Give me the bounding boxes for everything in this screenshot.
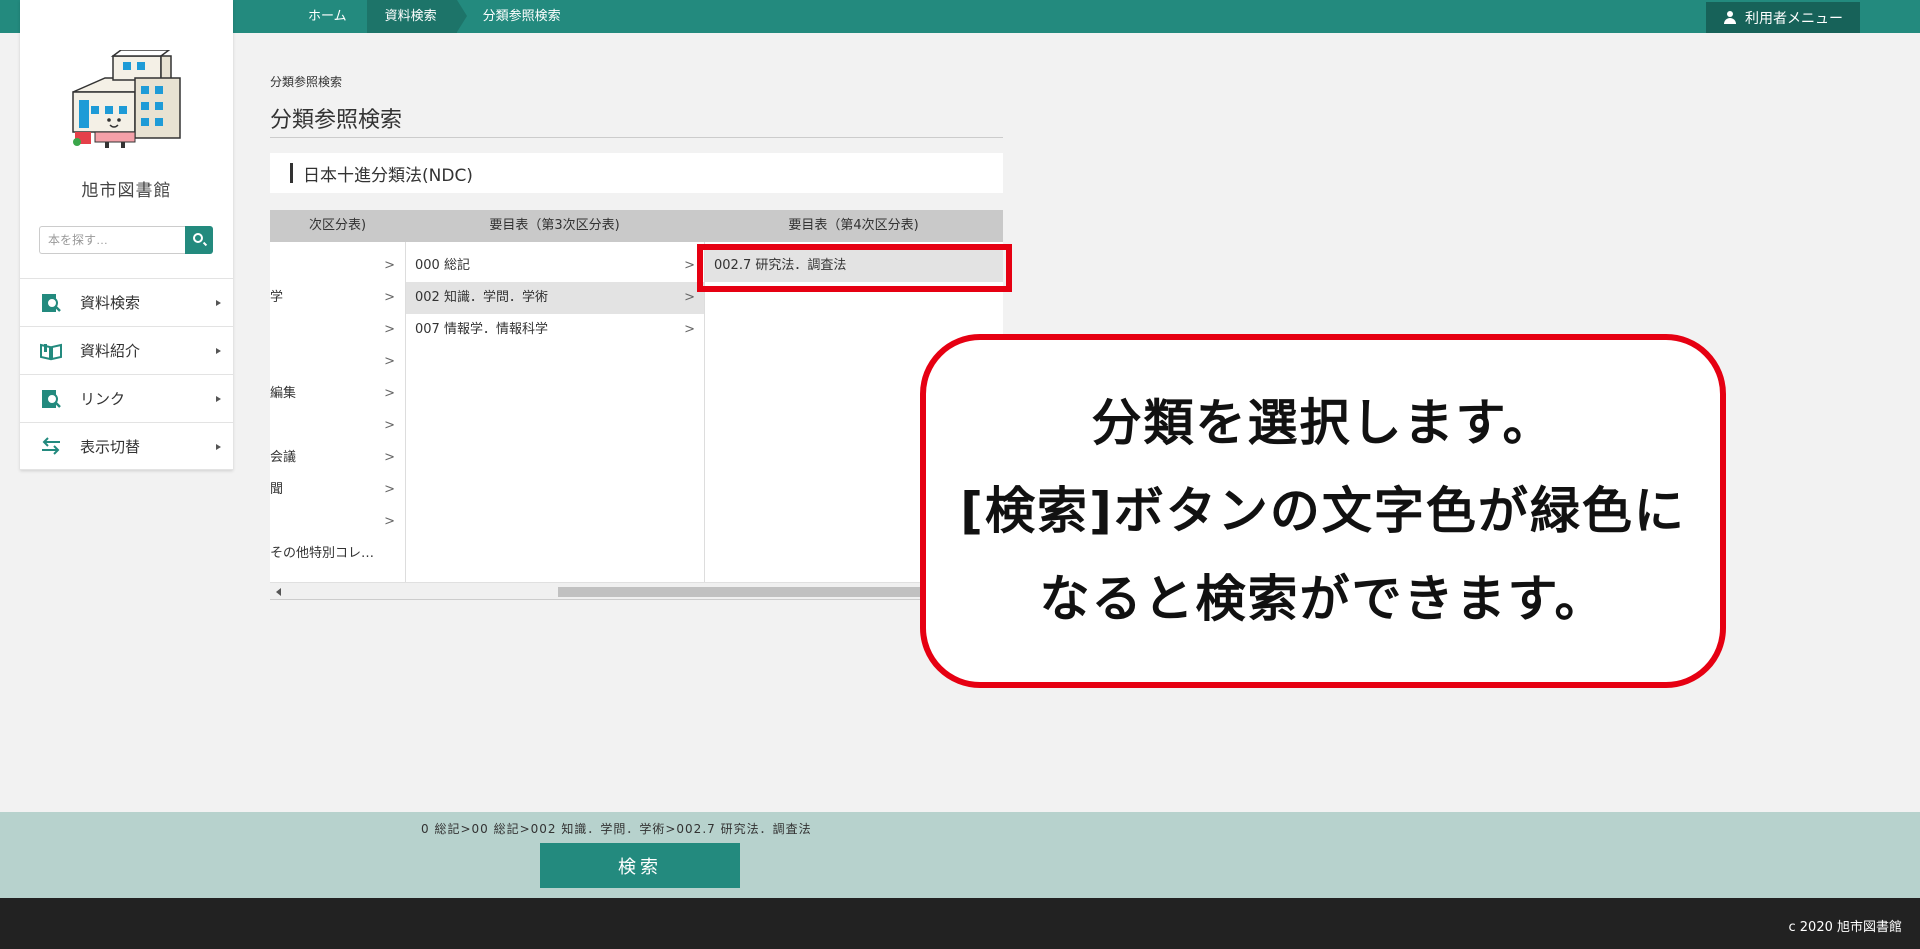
tree-row[interactable]: 会議 > — [270, 442, 405, 474]
copyright-text: c 2020 旭市図書館 — [1788, 920, 1903, 935]
chevron-right-icon: > — [384, 322, 395, 337]
user-menu-button[interactable]: 利用者メニュー — [1706, 2, 1860, 33]
sidebar-item-material-search[interactable]: 資料検索 — [20, 278, 233, 326]
column-2nd-division: > 学 > > > 編集 > > 会議 > 聞 > > その他特別コレ… — [270, 242, 405, 600]
page-small-title: 分類参照検索 — [270, 75, 343, 89]
sidebar-item-display-switch[interactable]: 表示切替 — [20, 422, 233, 470]
sidebar: 旭市図書館 資料検索 資料紹介 — [20, 0, 233, 470]
row-label: 編集 — [270, 386, 297, 401]
caret-right-icon — [216, 396, 221, 402]
sidebar-item-label: 表示切替 — [80, 437, 141, 456]
tree-row[interactable]: 007 情報学．情報科学 > — [406, 314, 705, 346]
row-label: 002 知識．学問．学術 — [415, 290, 548, 305]
chevron-right-icon: > — [384, 386, 395, 401]
open-book-icon — [40, 343, 62, 360]
sidebar-item-label: リンク — [80, 390, 126, 408]
tree-row[interactable]: 編集 > — [270, 378, 405, 410]
sidebar-menu: 資料検索 資料紹介 リンク 表示切替 — [20, 278, 233, 470]
top-bar — [0, 0, 1920, 33]
caret-right-icon — [216, 444, 221, 450]
ndc-header-label: 日本十進分類法(NDC) — [303, 165, 473, 186]
column-header-4th-division: 要目表（第4次区分表) — [704, 210, 1003, 242]
search-icon — [193, 233, 203, 243]
chevron-right-icon: > — [384, 418, 395, 433]
copyright-bar: c 2020 旭市図書館 — [0, 898, 1920, 949]
section-bar — [290, 163, 293, 183]
row-label: その他特別コレ… — [270, 546, 375, 561]
tree-row[interactable]: > — [270, 250, 405, 282]
row-label: 学 — [270, 290, 284, 305]
row-label: 007 情報学．情報科学 — [415, 322, 548, 337]
tree-row[interactable]: > — [270, 506, 405, 538]
sidebar-item-label: 資料紹介 — [80, 342, 141, 360]
caret-right-icon — [216, 348, 221, 354]
column-header-2nd-division: 次区分表) — [270, 210, 405, 242]
tree-row[interactable]: > — [270, 410, 405, 442]
selection-footer — [0, 812, 1920, 898]
tree-row[interactable]: 聞 > — [270, 474, 405, 506]
tree-row[interactable]: その他特別コレ… — [270, 538, 405, 570]
chevron-right-icon: > — [384, 450, 395, 465]
caret-right-icon — [216, 300, 221, 306]
chevron-right-icon: > — [384, 258, 395, 273]
chevron-right-icon: > — [384, 482, 395, 497]
switch-arrows-icon — [42, 437, 60, 455]
column-header-3rd-division: 要目表（第3次区分表) — [405, 210, 704, 242]
callout-line: 分類を選択します。 — [1091, 394, 1555, 452]
selection-highlight-annotation — [697, 244, 1012, 292]
chevron-right-icon: > — [384, 354, 395, 369]
search-input[interactable] — [39, 226, 186, 254]
selected-classification-path: 0 総記>00 総記>002 知識．学問．学術>002.7 研究法．調査法 — [421, 822, 812, 836]
breadcrumb-home[interactable]: ホーム — [290, 0, 367, 33]
chevron-right-icon: > — [684, 322, 695, 337]
breadcrumb-material-search[interactable]: 資料検索 — [366, 0, 467, 33]
row-label: 会議 — [270, 450, 297, 465]
user-menu-label: 利用者メニュー — [1745, 10, 1843, 27]
tree-row[interactable]: 000 総記 > — [406, 250, 705, 282]
search-button[interactable] — [185, 226, 213, 254]
library-name: 旭市図書館 — [81, 181, 172, 201]
chevron-right-icon: > — [684, 258, 695, 273]
tree-row-selected[interactable]: 002 知識．学問．学術 > — [406, 282, 705, 314]
sidebar-item-material-intro[interactable]: 資料紹介 — [20, 326, 233, 374]
tree-row[interactable]: 学 > — [270, 282, 405, 314]
chevron-right-icon: > — [384, 290, 395, 305]
callout-line: なると検索ができます。 — [1039, 570, 1607, 628]
ndc-section-header: 日本十進分類法(NDC) — [270, 153, 1003, 193]
tree-row[interactable]: > — [270, 314, 405, 346]
row-label: 000 総記 — [415, 258, 470, 273]
page-title: 分類参照検索 — [270, 108, 403, 133]
column-3rd-division: 000 総記 > 002 知識．学問．学術 > 007 情報学．情報科学 > — [405, 242, 705, 600]
library-logo[interactable] — [65, 50, 190, 150]
search-submit-button[interactable]: 検索 — [540, 843, 740, 888]
breadcrumb: ホーム 資料検索 分類参照検索 — [290, 0, 581, 33]
title-divider — [270, 137, 1003, 138]
horizontal-scrollbar[interactable] — [270, 582, 1003, 600]
sidebar-item-link[interactable]: リンク — [20, 374, 233, 422]
book-search-icon — [42, 293, 61, 312]
row-label: 聞 — [270, 482, 284, 497]
scroll-left-arrow-icon[interactable] — [276, 588, 281, 596]
user-icon — [1723, 10, 1737, 25]
chevron-right-icon: > — [384, 514, 395, 529]
breadcrumb-classification-search: 分類参照検索 — [482, 9, 561, 24]
chevron-right-icon: > — [684, 290, 695, 305]
sidebar-item-label: 資料検索 — [80, 294, 141, 312]
tree-row[interactable]: > — [270, 346, 405, 378]
link-search-icon — [42, 389, 61, 408]
callout-line: [検索]ボタンの文字色が緑色に — [960, 482, 1686, 540]
instruction-callout: 分類を選択します。 [検索]ボタンの文字色が緑色に なると検索ができます。 — [920, 334, 1726, 688]
